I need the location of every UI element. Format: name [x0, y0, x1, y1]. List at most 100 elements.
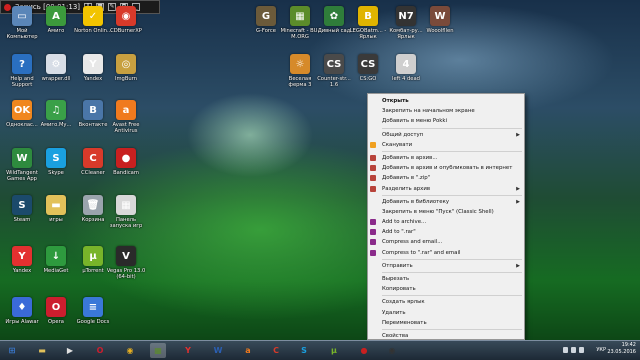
context-menu-item[interactable]: Compress and email... [368, 237, 524, 247]
menu-item-label: Разделить архив [382, 185, 431, 192]
language-indicator[interactable]: УКР [596, 347, 606, 353]
desktop-icon[interactable]: O Opera [36, 297, 76, 325]
desktop-icon[interactable]: ↓ MediaGet [36, 246, 76, 274]
desktop-icon[interactable]: ● Bandicam [106, 148, 146, 176]
yandex-taskbar-icon[interactable]: Y [180, 343, 196, 358]
media-player-icon[interactable]: ▶ [62, 343, 78, 358]
desktop-icon[interactable]: V Vegas Pro 13.0 (64-bit) [106, 246, 146, 280]
opera-taskbar-icon[interactable]: O [92, 343, 108, 358]
chrome-icon[interactable]: ◉ [122, 343, 138, 358]
menu-separator [382, 258, 522, 260]
menu-separator [382, 127, 522, 129]
game-launcher-icon: ▦ [116, 195, 136, 215]
desktop-icon[interactable]: A Амиго [36, 6, 76, 34]
desktop-icon-label: Панель запуска игр [109, 217, 143, 229]
desktop-icon[interactable]: ▬ игры [36, 195, 76, 223]
ccleaner-taskbar-icon[interactable]: C [268, 343, 284, 358]
desktop-icon[interactable]: ◉ CDBurnerXP [106, 6, 146, 34]
menu-item-label: Закрепить в меню "Пуск" (Classic Shell) [382, 208, 494, 215]
desktop-icon-label: ImgBurn [114, 76, 138, 82]
context-menu-item[interactable]: Открыть [368, 96, 524, 106]
context-menu-item[interactable]: Сканувати [368, 140, 524, 150]
context-menu-item[interactable]: Добавить в архив и опубликовать в интерн… [368, 163, 524, 173]
desktop-icon-label: MediaGet [43, 268, 69, 274]
menu-separator [382, 295, 522, 297]
desktop-icon[interactable]: ♫ Амиго.Му... [36, 100, 76, 128]
record-icon[interactable]: ◉ [384, 343, 400, 358]
desktop-icon[interactable]: S Skype [36, 148, 76, 176]
menu-item-label: Отправить [382, 262, 413, 269]
bandicam-taskbar-icon[interactable]: ● [356, 343, 372, 358]
menu-item-icon [370, 239, 376, 246]
context-menu-item[interactable]: Отправить ▶ [368, 261, 524, 271]
clock-time: 19:42 [621, 342, 636, 348]
garden-icon: ✿ [324, 6, 344, 26]
avast-taskbar-icon[interactable]: a [240, 343, 256, 358]
menu-item-icon [370, 219, 376, 226]
wolf-icon: W [430, 6, 450, 26]
context-menu-item[interactable]: Добавить в ".zip" [368, 173, 524, 183]
dll-file-icon: ⚙ [46, 54, 66, 74]
desktop-icon[interactable]: ⚙ wrapper.dll [36, 54, 76, 82]
tray-network-icon[interactable] [571, 347, 576, 353]
context-menu-item[interactable]: Удалить [368, 308, 524, 318]
context-menu-item[interactable]: Добавить в меню Pokki [368, 116, 524, 126]
context-menu-item[interactable]: Compress to ".rar" and email [368, 248, 524, 258]
menu-item-label: Сканувати [382, 141, 413, 148]
context-menu-item[interactable]: Разделить архив ▶ [368, 184, 524, 194]
context-menu-item[interactable]: Создать ярлык [368, 297, 524, 307]
menu-item-label: Add to ".rar" [382, 229, 416, 236]
mediaget-icon: ↓ [46, 246, 66, 266]
menu-item-label: Добавить в архив... [382, 154, 438, 161]
odnoklassniki-icon: OK [12, 100, 32, 120]
desktop-icon[interactable]: W Wooolfllen [420, 6, 460, 34]
desktop-icon[interactable]: CS CS:GO [348, 54, 388, 82]
context-menu-item[interactable]: Добавить в библиотеку ▶ [368, 197, 524, 207]
vegas-pro-icon: V [116, 246, 136, 266]
menu-item-label: Добавить в ".zip" [382, 175, 431, 182]
desktop-icon[interactable]: ≡ Google Docs [73, 297, 113, 325]
help-icon: ? [12, 54, 32, 74]
tray-volume-icon[interactable] [579, 347, 584, 353]
submenu-arrow-icon: ▶ [516, 131, 520, 138]
desktop-icon[interactable]: ◎ ImgBurn [106, 54, 146, 82]
utorrent-taskbar-icon[interactable]: µ [326, 343, 342, 358]
context-menu-item[interactable]: Копировать [368, 284, 524, 294]
explorer-icon[interactable]: ▬ [34, 343, 50, 358]
menu-item-label: Вырезать [382, 276, 410, 282]
menu-item-label: Добавить в архив и опубликовать в интерн… [382, 165, 513, 172]
menu-item-icon [370, 165, 376, 172]
amigo-icon: A [46, 6, 66, 26]
farm-icon: ☼ [290, 54, 310, 74]
menu-item-label: Удалить [382, 309, 406, 316]
desktop-icon[interactable]: a Avast Free Antivirus [106, 100, 146, 134]
desktop-icon[interactable]: ▦ Панель запуска игр [106, 195, 146, 229]
google-docs-icon: ≡ [83, 297, 103, 317]
context-menu-item[interactable]: Добавить в архив... [368, 153, 524, 163]
context-menu-item[interactable]: Общий доступ ▶ [368, 130, 524, 140]
desktop-icon-label: Avast Free Antivirus [112, 122, 140, 134]
context-menu-item[interactable]: Add to ".rar" [368, 227, 524, 237]
context-menu-item[interactable]: Add to archive... [368, 217, 524, 227]
skype-taskbar-icon[interactable]: S [296, 343, 312, 358]
bandicam-icon: ● [116, 148, 136, 168]
desktop-icon-label: Bandicam [113, 170, 139, 176]
desktop-icon[interactable]: 4 left 4 dead [386, 54, 426, 82]
word-icon[interactable]: W [210, 343, 226, 358]
menu-item-label: Add to archive... [382, 219, 427, 226]
submenu-arrow-icon: ▶ [516, 262, 520, 269]
steam-icon: S [12, 195, 32, 215]
start-icon[interactable]: ⊞ [4, 343, 20, 358]
desktop-icon-label: игры [49, 217, 63, 223]
context-menu-item[interactable]: Закрепить в меню "Пуск" (Classic Shell) [368, 207, 524, 217]
context-menu-item[interactable]: Вырезать [368, 274, 524, 284]
tray-flag-icon[interactable] [563, 347, 568, 353]
context-menu-item[interactable]: Закрепить на начальном экране [368, 106, 524, 116]
context-menu-item[interactable]: Переименовать [368, 318, 524, 328]
minecraft-taskbar-icon[interactable]: ▦ [150, 343, 166, 358]
clock[interactable]: 19:42 23.05.2016 [607, 342, 636, 356]
desktop-icon[interactable]: B LEGOBatm... - Ярлык [348, 6, 388, 40]
menu-item-label: Создать ярлык [382, 299, 425, 306]
menu-item-icon [370, 185, 376, 192]
menu-item-icon [370, 154, 376, 161]
